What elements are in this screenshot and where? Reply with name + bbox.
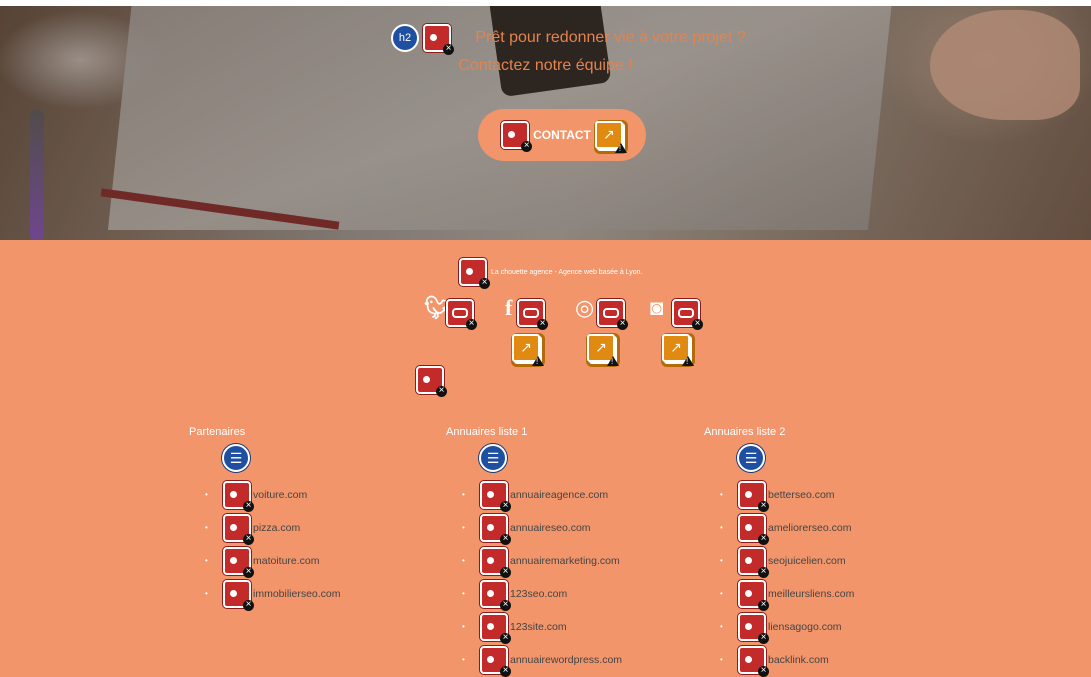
list-item-link[interactable]: matoiture.com [253,555,320,567]
broken-image-icon [480,612,511,644]
list-item[interactable]: ameliorerseo.com [720,511,924,545]
list-item-link[interactable]: annuairewordpress.com [510,654,622,666]
list-item-link[interactable]: betterseo.com [768,489,835,501]
footer-column-partenaires: Partenaires ☰ voiture.com pizza.com mato… [189,424,409,611]
broken-image-icon [480,513,511,545]
list-item-link[interactable]: pizza.com [253,522,300,534]
contact-button-label: CONTACT [533,128,591,142]
list-icon: ☰ [479,444,507,472]
footer-tagline: La chouette agence - Agence web basée à … [459,258,643,289]
directory-list-2: betterseo.com ameliorerseo.com seojuicel… [704,478,924,677]
dribbble-icon: ◎ [575,295,595,320]
list-item-link[interactable]: backlink.com [768,654,829,666]
list-item-link[interactable]: ameliorerseo.com [768,522,851,534]
broken-image-icon [738,645,769,677]
facebook-icon: f [505,295,513,320]
link-broken-image-icon [446,299,477,330]
instagram-icon: ◙ [650,295,664,320]
hero-section: Prêt pour redonner vie à votre projet ? … [0,0,1091,240]
footer-column-annuaires-2: Annuaires liste 2 ☰ betterseo.com amelio… [704,424,924,677]
broken-image-icon [480,645,511,677]
broken-image-icon [223,546,254,578]
list-item[interactable]: annuairewordpress.com [462,643,666,677]
hero-heading: Prêt pour redonner vie à votre projet ? [0,24,1091,52]
broken-image-icon [223,513,254,545]
link-broken-image-icon [517,299,548,330]
external-link-warning-icon: ↗ [512,334,544,366]
list-item-link[interactable]: annuaireagence.com [510,489,608,501]
list-item[interactable]: immobilierseo.com [205,577,409,611]
h2-tag-icon: h2 [391,24,419,52]
link-broken-image-icon [597,299,628,330]
list-item[interactable]: meilleursliens.com [720,577,924,611]
list-item[interactable]: pizza.com [205,511,409,545]
broken-image-icon [480,546,511,578]
broken-image-icon [738,546,769,578]
broken-image-icon [223,579,254,611]
broken-image-icon [423,24,454,55]
list-item-link[interactable]: immobilierseo.com [253,588,341,600]
list-item[interactable]: seojuicelien.com [720,544,924,578]
list-icon: ☰ [737,444,765,472]
broken-image-icon [738,612,769,644]
list-item[interactable]: betterseo.com [720,478,924,512]
directory-list-1: annuaireagence.com annuaireseo.com annua… [446,478,666,677]
list-item[interactable]: liensagogo.com [720,610,924,644]
list-item-link[interactable]: 123seo.com [510,588,567,600]
list-item[interactable]: annuairemarketing.com [462,544,666,578]
broken-image-icon [480,579,511,611]
column-title: Annuaires liste 1 [446,426,528,438]
top-bar [0,0,1091,6]
column-title: Annuaires liste 2 [704,426,786,438]
partner-list: voiture.com pizza.com matoiture.com immo… [189,478,409,611]
tagline-text: La chouette agence - Agence web basée à … [491,268,643,276]
broken-image-icon [738,513,769,545]
list-item-link[interactable]: liensagogo.com [768,621,842,633]
external-link-warning-icon: ↗ [662,334,694,366]
list-item[interactable]: 123site.com [462,610,666,644]
external-link-warning-icon: ↗ [594,121,627,153]
list-item-link[interactable]: annuaireseo.com [510,522,591,534]
list-item-link[interactable]: meilleursliens.com [768,588,854,600]
list-item[interactable]: matoiture.com [205,544,409,578]
list-item[interactable]: 123seo.com [462,577,666,611]
list-item-link[interactable]: voiture.com [253,489,307,501]
broken-image-icon [738,480,769,512]
broken-image-icon [223,480,254,512]
external-link-warning-icon: ↗ [587,334,619,366]
broken-image-icon [416,366,447,397]
hero-heading-badges: h2 [391,24,454,55]
list-icon: ☰ [222,444,250,472]
list-item-link[interactable]: annuairemarketing.com [510,555,620,567]
list-item[interactable]: annuaireagence.com [462,478,666,512]
broken-image-icon [480,480,511,512]
hero-heading-text: Prêt pour redonner vie à votre projet ? [475,29,746,46]
list-item[interactable]: backlink.com [720,643,924,677]
footer-column-annuaires-1: Annuaires liste 1 ☰ annuaireagence.com a… [446,424,666,677]
broken-image-icon [501,121,533,152]
link-broken-image-icon [672,299,703,330]
column-title: Partenaires [189,426,246,438]
list-item[interactable]: voiture.com [205,478,409,512]
hero-subheading: Contactez notre équipe ! [458,57,633,74]
list-item-link[interactable]: 123site.com [510,621,567,633]
list-item-link[interactable]: seojuicelien.com [768,555,846,567]
logo-broken-image-icon [459,258,490,289]
list-item[interactable]: annuaireseo.com [462,511,666,545]
contact-button[interactable]: CONTACT ↗ [478,109,646,161]
broken-image-icon [738,579,769,611]
